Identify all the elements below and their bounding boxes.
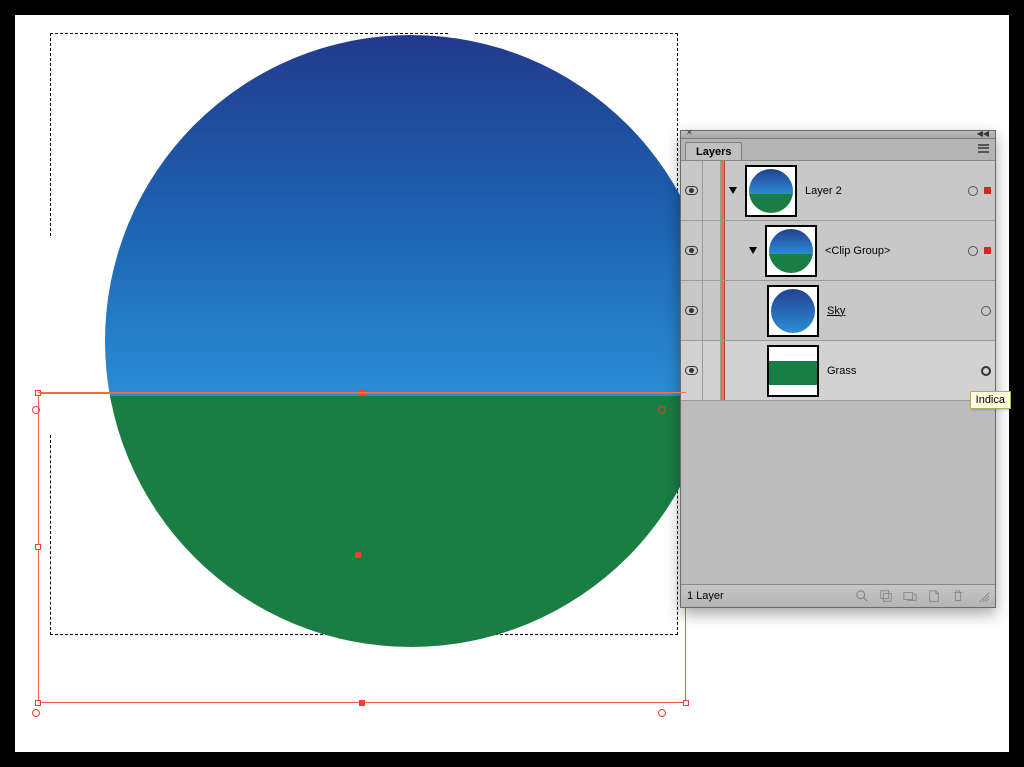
panel-titlebar[interactable]: ✕ ◀◀: [681, 131, 995, 139]
layer-thumbnail[interactable]: [767, 345, 819, 397]
disclosure-triangle-icon[interactable]: [729, 187, 737, 194]
layers-panel[interactable]: ✕ ◀◀ Layers Layer 2: [680, 130, 996, 608]
eye-icon: [685, 366, 698, 375]
target-icon[interactable]: [981, 366, 991, 376]
selection-target-ring[interactable]: [32, 709, 40, 717]
lock-toggle[interactable]: [703, 161, 721, 220]
layer-name-label[interactable]: Grass: [827, 365, 995, 377]
layer-color-strip: [721, 341, 725, 400]
visibility-toggle[interactable]: [681, 161, 703, 220]
new-layer-icon[interactable]: [927, 589, 941, 603]
panel-footer: 1 Layer: [681, 584, 995, 607]
panel-tab-bar: Layers: [681, 139, 995, 161]
selection-edge-handle[interactable]: [35, 544, 41, 550]
layer-name-label[interactable]: Sky: [827, 305, 995, 317]
layer-row[interactable]: Layer 2: [681, 161, 995, 221]
tab-label: Layers: [696, 146, 731, 158]
lock-toggle[interactable]: [703, 341, 721, 400]
layer-thumbnail[interactable]: [767, 285, 819, 337]
visibility-toggle[interactable]: [681, 221, 703, 280]
layer-color-strip: [721, 161, 725, 220]
target-icon[interactable]: [968, 186, 978, 196]
delete-layer-icon[interactable]: [951, 589, 965, 603]
locate-object-icon[interactable]: [855, 589, 869, 603]
selection-color-indicator[interactable]: [984, 187, 991, 194]
tab-layers[interactable]: Layers: [685, 142, 742, 160]
make-clipping-mask-icon[interactable]: [879, 589, 893, 603]
selection-corner-handle[interactable]: [35, 390, 41, 396]
eye-icon: [685, 306, 698, 315]
layer-thumbnail[interactable]: [745, 165, 797, 217]
layer-color-strip: [721, 281, 725, 340]
visibility-toggle[interactable]: [681, 281, 703, 340]
panel-resize-grip[interactable]: [977, 590, 989, 602]
layer-row[interactable]: <Clip Group>: [681, 221, 995, 281]
selection-target-ring[interactable]: [658, 709, 666, 717]
create-sublayer-icon[interactable]: [903, 589, 917, 603]
selection-edge: [38, 392, 686, 393]
selection-target-ring[interactable]: [32, 406, 40, 414]
selection-target-ring[interactable]: [658, 406, 666, 414]
layer-row[interactable]: Grass: [681, 341, 995, 401]
eye-icon: [685, 246, 698, 255]
selection-corner-handle[interactable]: [35, 700, 41, 706]
target-icon[interactable]: [968, 246, 978, 256]
app-frame: ✕ ◀◀ Layers Layer 2: [0, 0, 1024, 767]
lock-toggle[interactable]: [703, 221, 721, 280]
tooltip: Indica: [970, 391, 1011, 409]
eye-icon: [685, 186, 698, 195]
selection-bounding-box[interactable]: [38, 393, 686, 703]
layer-thumbnail[interactable]: [765, 225, 817, 277]
panel-collapse-icon[interactable]: ◀◀: [977, 129, 989, 138]
panel-menu-icon[interactable]: [978, 142, 989, 154]
layer-row[interactable]: Sky: [681, 281, 995, 341]
layer-name-label[interactable]: Layer 2: [805, 185, 995, 197]
tooltip-text: Indica: [976, 394, 1005, 406]
lock-toggle[interactable]: [703, 281, 721, 340]
target-icon[interactable]: [981, 306, 991, 316]
panel-close-icon[interactable]: ✕: [686, 128, 693, 137]
layer-color-strip: [721, 221, 725, 280]
selection-color-indicator[interactable]: [984, 247, 991, 254]
disclosure-triangle-icon[interactable]: [749, 247, 757, 254]
layer-count-label: 1 Layer: [687, 590, 843, 602]
selection-edge-handle[interactable]: [359, 700, 365, 706]
layers-list[interactable]: Layer 2 <Clip Group>: [681, 161, 995, 584]
selection-corner-handle[interactable]: [683, 700, 689, 706]
